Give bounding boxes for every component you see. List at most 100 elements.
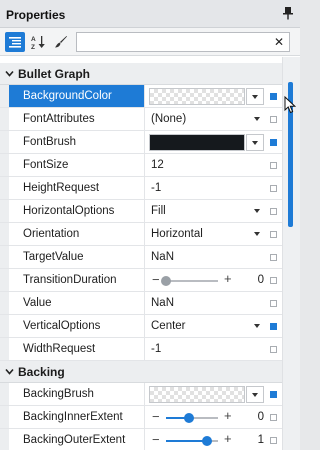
chevron-down-icon[interactable] <box>5 69 14 78</box>
decrement-button[interactable]: − <box>152 410 160 423</box>
dropdown-value: Fill <box>151 205 166 217</box>
property-row-targetvalue[interactable]: TargetValue NaN <box>0 246 282 269</box>
color-dropdown-button[interactable] <box>246 134 264 151</box>
mouse-cursor-icon <box>284 96 296 114</box>
color-swatch[interactable] <box>149 386 245 403</box>
property-marker[interactable] <box>270 323 277 330</box>
property-marker[interactable] <box>270 300 277 307</box>
color-dropdown-button[interactable] <box>246 88 264 105</box>
increment-button[interactable]: + <box>224 432 232 446</box>
property-row-orientation[interactable]: Orientation Horizontal <box>0 223 282 246</box>
slider-track[interactable] <box>166 436 218 446</box>
property-marker[interactable] <box>270 391 277 398</box>
property-row-fontbrush[interactable]: FontBrush <box>0 131 282 154</box>
property-row-fontsize[interactable]: FontSize 12 <box>0 154 282 177</box>
color-swatch[interactable] <box>149 88 245 105</box>
property-value[interactable] <box>146 85 266 107</box>
decrement-button[interactable]: − <box>152 273 160 286</box>
property-value-input[interactable]: NaN <box>146 246 266 268</box>
chevron-down-icon <box>252 393 258 397</box>
property-marker[interactable] <box>270 414 277 421</box>
slider-value: 0 <box>257 411 264 423</box>
vertical-scrollbar[interactable] <box>282 57 300 450</box>
dropdown-value: Horizontal <box>151 228 203 240</box>
property-name: FontSize <box>9 154 145 176</box>
property-value-input[interactable]: 12 <box>146 154 266 176</box>
category-bullet-graph[interactable]: Bullet Graph <box>0 63 282 85</box>
search-input[interactable]: ✕ <box>76 32 290 52</box>
property-row-widthrequest[interactable]: WidthRequest -1 <box>0 338 282 361</box>
chevron-down-icon <box>252 95 258 99</box>
slider-thumb[interactable] <box>201 436 212 446</box>
property-row-backgroundcolor[interactable]: BackgroundColor <box>0 85 282 108</box>
property-row-heightrequest[interactable]: HeightRequest -1 <box>0 177 282 200</box>
property-name: BackgroundColor <box>9 85 145 107</box>
value-slider[interactable]: − + 1 <box>146 429 266 450</box>
close-icon[interactable]: ✕ <box>274 35 284 49</box>
property-marker[interactable] <box>270 139 277 146</box>
property-marker[interactable] <box>270 277 277 284</box>
slider-track[interactable] <box>161 276 218 286</box>
property-value-dropdown[interactable]: (None) <box>146 108 266 130</box>
property-marker[interactable] <box>270 231 277 238</box>
property-name: FontBrush <box>9 131 145 153</box>
property-value-input[interactable]: -1 <box>146 338 266 360</box>
property-row-value[interactable]: Value NaN <box>0 292 282 315</box>
property-row-backinginnerextent[interactable]: BackingInnerExtent − + 0 <box>0 406 282 429</box>
decrement-button[interactable]: − <box>152 433 160 446</box>
property-name: BackingInnerExtent <box>9 406 145 428</box>
category-backing[interactable]: Backing <box>0 361 282 383</box>
slider-track[interactable] <box>166 413 218 423</box>
property-marker[interactable] <box>270 254 277 261</box>
increment-button[interactable]: + <box>224 272 232 286</box>
property-marker[interactable] <box>270 116 277 123</box>
property-value-dropdown[interactable]: Horizontal <box>146 223 266 245</box>
property-marker[interactable] <box>270 185 277 192</box>
color-dropdown-button[interactable] <box>246 386 264 403</box>
property-value-input[interactable]: NaN <box>146 292 266 314</box>
property-value[interactable] <box>146 131 266 153</box>
slider-value: 0 <box>257 274 264 286</box>
slider-thumb[interactable] <box>161 276 171 286</box>
increment-button[interactable]: + <box>224 409 232 423</box>
pin-icon[interactable] <box>283 7 293 20</box>
title-bar: Properties <box>0 0 300 28</box>
value-slider[interactable]: − + 0 <box>146 406 266 428</box>
slider-thumb[interactable] <box>184 413 195 423</box>
property-row-fontattributes[interactable]: FontAttributes (None) <box>0 108 282 131</box>
value-slider[interactable]: − + 0 <box>146 269 266 291</box>
property-marker[interactable] <box>270 93 277 100</box>
property-marker[interactable] <box>270 437 277 444</box>
color-swatch[interactable] <box>149 134 245 151</box>
property-row-horizontaloptions[interactable]: HorizontalOptions Fill <box>0 200 282 223</box>
property-value[interactable] <box>146 383 266 405</box>
property-name: WidthRequest <box>9 338 145 360</box>
property-grid: Bullet Graph BackgroundColor FontAttribu… <box>0 57 282 450</box>
property-name: HorizontalOptions <box>9 200 145 222</box>
slider-value: 1 <box>257 434 264 446</box>
property-marker[interactable] <box>270 162 277 169</box>
property-row-verticaloptions[interactable]: VerticalOptions Center <box>0 315 282 338</box>
property-value-dropdown[interactable]: Center <box>146 315 266 337</box>
chevron-down-icon <box>254 232 260 236</box>
chevron-down-icon[interactable] <box>5 367 14 376</box>
property-row-backingbrush[interactable]: BackingBrush <box>0 383 282 406</box>
sort-az-icon: A Z <box>31 36 45 50</box>
property-row-backingouterextent[interactable]: BackingOuterExtent − + 1 <box>0 429 282 450</box>
alphabetical-view-button[interactable]: A Z <box>28 32 48 52</box>
property-value-dropdown[interactable]: Fill <box>146 200 266 222</box>
property-name: VerticalOptions <box>9 315 145 337</box>
property-row-transitionduration[interactable]: TransitionDuration − + 0 <box>0 269 282 292</box>
svg-text:Z: Z <box>31 44 35 50</box>
property-marker[interactable] <box>270 346 277 353</box>
category-label: Backing <box>18 365 65 379</box>
property-name: HeightRequest <box>9 177 145 199</box>
property-name: BackingOuterExtent <box>9 429 145 450</box>
slider-fill <box>166 440 207 442</box>
category-label: Bullet Graph <box>18 67 91 81</box>
property-value-input[interactable]: -1 <box>146 177 266 199</box>
brush-button[interactable] <box>51 32 71 52</box>
categorized-view-button[interactable] <box>5 32 25 52</box>
chevron-down-icon <box>254 117 260 121</box>
property-marker[interactable] <box>270 208 277 215</box>
